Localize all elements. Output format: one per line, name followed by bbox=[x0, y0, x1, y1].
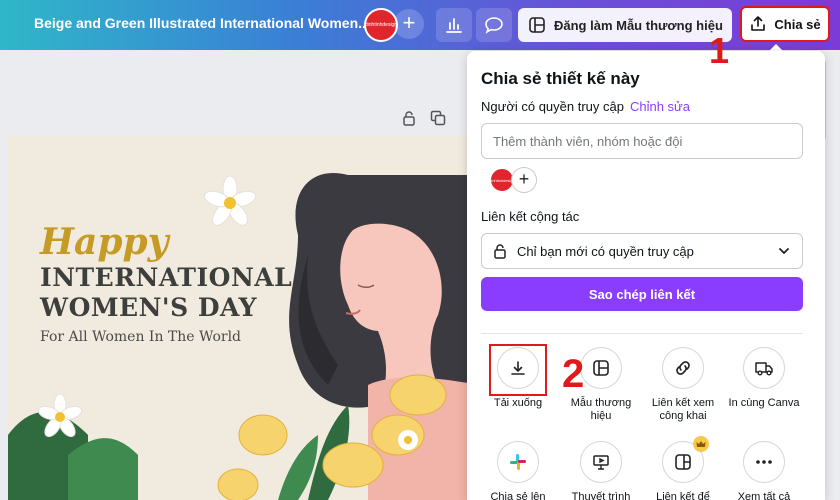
invite-input[interactable]: Thêm thành viên, nhóm hoặc đội bbox=[481, 123, 803, 159]
present-option-circle[interactable] bbox=[580, 441, 622, 483]
avatar[interactable]: dinhtinhdesign bbox=[364, 8, 398, 42]
brand-template-icon bbox=[529, 17, 545, 33]
add-person-button[interactable]: + bbox=[511, 167, 537, 193]
edit-access-link[interactable]: Chỉnh sửa bbox=[630, 99, 690, 114]
bar-chart-icon bbox=[446, 18, 462, 33]
copy-link-button[interactable]: Sao chép liên kết bbox=[481, 277, 803, 311]
public-link-option[interactable]: Liên kết xem công khai bbox=[643, 347, 723, 423]
collab-link-label: Liên kết cộng tác bbox=[481, 209, 580, 224]
embed-option-circle[interactable] bbox=[662, 436, 709, 483]
duplicate-icon[interactable] bbox=[430, 110, 446, 126]
share-to-option-circle[interactable] bbox=[497, 441, 539, 483]
access-row: Người có quyền truy cập Chỉnh sửa bbox=[481, 99, 690, 114]
design-page[interactable]: Happy INTERNATIONAL WOMEN'S DAY For All … bbox=[8, 135, 478, 500]
share-button-label: Chia sẻ bbox=[774, 16, 821, 32]
add-collaborator-button[interactable]: + bbox=[394, 9, 424, 39]
highlight-download-box bbox=[489, 344, 547, 396]
invite-placeholder: Thêm thành viên, nhóm hoặc đội bbox=[493, 133, 683, 149]
access-level-value: Chỉ bạn mới có quyền truy cập bbox=[517, 243, 694, 259]
crown-badge bbox=[693, 436, 709, 452]
brand-template-option-label: Mẫu thương hiệu bbox=[570, 397, 632, 422]
design-heading-happy[interactable]: Happy bbox=[40, 221, 169, 263]
share-to-option[interactable]: Chia sẻ lên bbox=[478, 441, 558, 500]
brand-template-button[interactable]: Đăng làm Mẫu thương hiệu bbox=[518, 8, 732, 42]
download-option-label: Tải xuống bbox=[493, 397, 543, 409]
comment-icon bbox=[485, 17, 503, 34]
access-level-select[interactable]: Chỉ bạn mới có quyền truy cập bbox=[481, 233, 803, 269]
print-option-label: In cùng Canva bbox=[728, 397, 800, 409]
embed-option-label: Liên kết để bbox=[656, 491, 710, 500]
more-icon bbox=[756, 460, 772, 464]
insights-button[interactable] bbox=[436, 8, 472, 42]
embed-icon bbox=[675, 454, 691, 470]
step-1-label: 1 bbox=[709, 30, 730, 71]
copy-link-label: Sao chép liên kết bbox=[588, 286, 696, 302]
step-2-label: 2 bbox=[562, 352, 585, 396]
slack-icon bbox=[510, 454, 526, 470]
comments-button[interactable] bbox=[476, 8, 512, 42]
design-heading-womens-day[interactable]: WOMEN'S DAY bbox=[40, 293, 257, 322]
share-panel: Chia sẻ thiết kế này Người có quyền truy… bbox=[467, 51, 825, 500]
brand-template-option-circle[interactable] bbox=[580, 347, 622, 389]
crown-icon bbox=[696, 441, 706, 447]
chevron-down-icon bbox=[779, 248, 789, 254]
share-icon bbox=[751, 16, 766, 31]
avatar-text: dinhtinhdesign bbox=[364, 22, 398, 28]
divider bbox=[481, 333, 803, 334]
brand-template-label: Đăng làm Mẫu thương hiệu bbox=[554, 17, 723, 33]
present-option[interactable]: Thuyết trình bbox=[561, 441, 641, 500]
present-icon bbox=[593, 455, 609, 470]
access-label: Người có quyền truy cập bbox=[481, 99, 624, 114]
template-icon bbox=[593, 360, 609, 376]
present-option-label: Thuyết trình bbox=[571, 491, 631, 500]
share-panel-title: Chia sẻ thiết kế này bbox=[481, 69, 640, 88]
truck-icon bbox=[755, 362, 773, 376]
print-option-circle[interactable] bbox=[743, 347, 785, 389]
lock-icon[interactable] bbox=[402, 110, 416, 126]
see-all-option-circle[interactable] bbox=[743, 441, 785, 483]
embed-option[interactable]: Liên kết để bbox=[643, 436, 723, 500]
print-option[interactable]: In cùng Canva bbox=[724, 347, 804, 410]
see-all-option[interactable]: Xem tất cả bbox=[724, 441, 804, 500]
share-to-option-label: Chia sẻ lên bbox=[490, 491, 546, 500]
share-button[interactable]: Chia sẻ bbox=[740, 6, 830, 42]
public-link-option-label: Liên kết xem công khai bbox=[651, 397, 715, 422]
link-icon bbox=[676, 361, 690, 375]
page-tools bbox=[402, 110, 446, 126]
public-link-option-circle[interactable] bbox=[662, 347, 704, 389]
lock-icon bbox=[494, 244, 506, 259]
see-all-option-label: Xem tất cả bbox=[737, 491, 791, 500]
design-heading-international[interactable]: INTERNATIONAL bbox=[40, 263, 292, 292]
document-title[interactable]: Beige and Green Illustrated Internationa… bbox=[34, 15, 370, 31]
design-subtitle[interactable]: For All Women In The World bbox=[40, 329, 241, 345]
